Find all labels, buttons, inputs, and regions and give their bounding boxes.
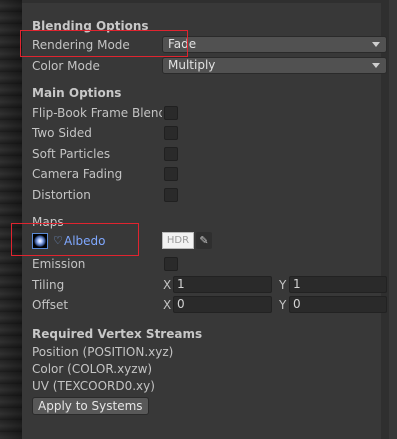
tiling-x-input[interactable]: 1 <box>173 276 272 293</box>
albedo-highlight <box>11 223 139 256</box>
color-mode-value: Multiply <box>168 58 216 72</box>
scene-view-edge <box>0 0 22 439</box>
vertex-streams-header: Required Vertex Streams <box>32 327 203 341</box>
soft-particles-checkbox[interactable] <box>164 147 178 161</box>
offset-label: Offset <box>32 298 69 312</box>
offset-x-input[interactable]: 0 <box>173 296 272 313</box>
hdr-color-field[interactable]: HDR <box>162 232 194 249</box>
offset-y-input[interactable]: 0 <box>289 296 387 313</box>
offset-y-axis-label: Y <box>279 298 287 312</box>
soft-particles-label: Soft Particles <box>32 147 111 161</box>
rendering-mode-dropdown[interactable]: Fade <box>162 36 387 53</box>
distortion-checkbox[interactable] <box>164 188 178 202</box>
tiling-y-axis-label: Y <box>279 278 287 292</box>
offset-x-axis-label: X <box>163 298 172 312</box>
main-options-header: Main Options <box>32 86 122 100</box>
rendering-mode-highlight <box>20 30 188 57</box>
vertex-stream-item: Position (POSITION.xyz) <box>32 345 174 359</box>
flip-book-frame-blending-checkbox[interactable] <box>164 106 178 120</box>
tiling-y-input[interactable]: 1 <box>289 276 387 293</box>
particle-shader-inspector: Blending Options Rendering Mode Fade Col… <box>11 0 389 439</box>
emission-label: Emission <box>32 257 86 271</box>
distortion-label: Distortion <box>32 188 91 202</box>
color-mode-label: Color Mode <box>32 59 100 73</box>
chevron-down-icon <box>372 42 380 47</box>
panel-top-border <box>22 0 389 3</box>
flip-book-frame-blending-label: Flip-Book Frame Blending <box>32 106 162 120</box>
eyedropper-icon[interactable]: ✎ <box>196 232 212 249</box>
vertex-stream-item: Color (COLOR.xyzw) <box>32 362 153 376</box>
vertex-stream-item: UV (TEXCOORD0.xy) <box>32 379 155 393</box>
color-mode-dropdown[interactable]: Multiply <box>162 57 387 74</box>
camera-fading-label: Camera Fading <box>32 167 123 181</box>
two-sided-checkbox[interactable] <box>164 126 178 140</box>
chevron-down-icon <box>372 63 380 68</box>
emission-checkbox[interactable] <box>164 257 178 271</box>
two-sided-label: Two Sided <box>32 126 92 140</box>
tiling-x-axis-label: X <box>163 278 172 292</box>
apply-to-systems-button[interactable]: Apply to Systems <box>32 397 149 415</box>
camera-fading-checkbox[interactable] <box>164 167 178 181</box>
tiling-label: Tiling <box>32 278 65 292</box>
